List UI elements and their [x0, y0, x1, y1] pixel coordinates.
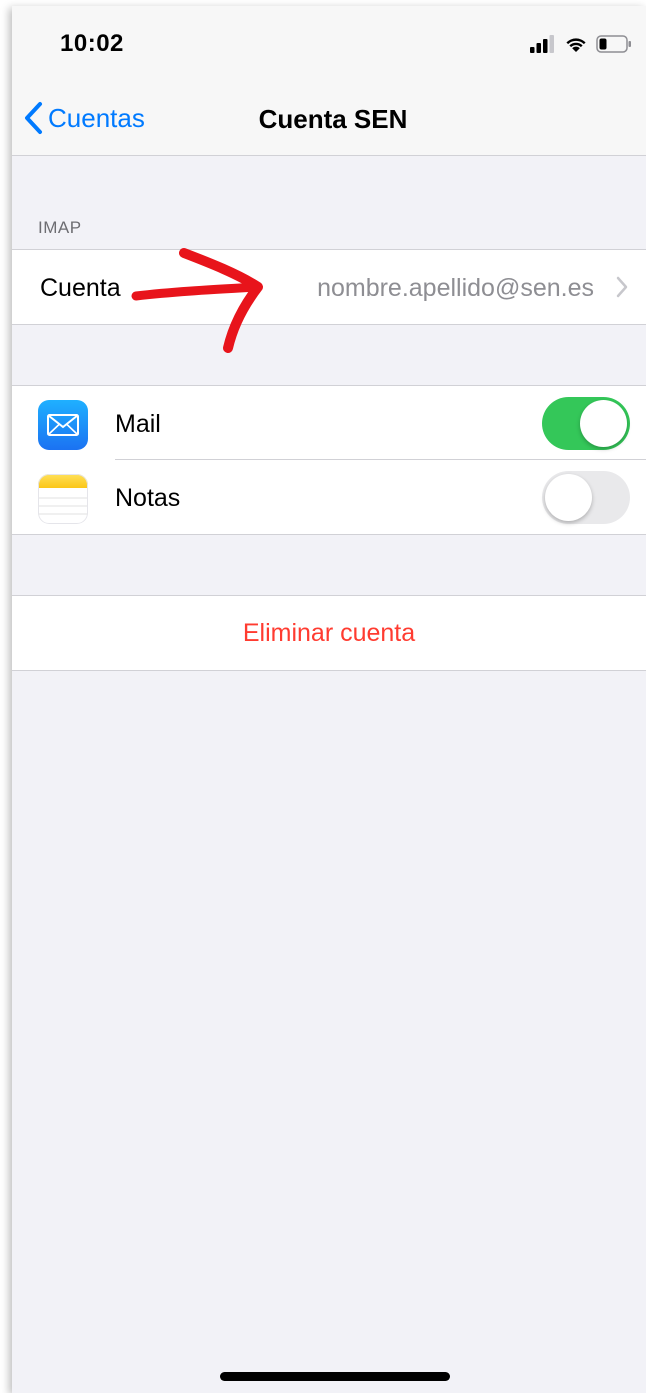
imap-group: Cuenta nombre.apellido@sen.es: [12, 249, 646, 325]
status-icons: [530, 32, 632, 56]
delete-account-button[interactable]: Eliminar cuenta: [12, 596, 646, 670]
account-row[interactable]: Cuenta nombre.apellido@sen.es: [12, 250, 646, 324]
mail-icon: [38, 400, 88, 450]
notes-toggle[interactable]: [542, 471, 630, 524]
cellular-signal-icon: [530, 35, 554, 53]
account-label: Cuenta: [40, 274, 121, 302]
home-indicator[interactable]: [220, 1372, 450, 1381]
app-row-mail: Mail: [12, 386, 646, 460]
chevron-right-icon: [616, 276, 628, 298]
account-email-value: nombre.apellido@sen.es: [317, 274, 594, 302]
page: 10:02 Cuentas Cuenta SEN IMAP Cuenta nom…: [0, 0, 646, 1393]
status-bar: 10:02: [12, 6, 646, 80]
app-label-mail: Mail: [115, 410, 161, 438]
battery-icon: [596, 35, 631, 53]
status-time: 10:02: [60, 30, 124, 57]
mail-toggle[interactable]: [542, 397, 630, 450]
navigation-bar: Cuentas Cuenta SEN: [12, 80, 646, 156]
delete-group: Eliminar cuenta: [12, 595, 646, 671]
apps-group: Mail Notas: [12, 385, 646, 535]
notes-icon: [38, 474, 88, 524]
app-row-notes: Notas: [12, 460, 646, 534]
toggle-knob: [545, 474, 592, 521]
phone-screen: 10:02 Cuentas Cuenta SEN IMAP Cuenta nom…: [12, 6, 646, 1393]
wifi-icon: [566, 38, 586, 52]
app-label-notes: Notas: [115, 484, 181, 512]
section-header-imap: IMAP: [38, 218, 82, 237]
toggle-knob: [580, 400, 627, 447]
page-title: Cuenta SEN: [258, 104, 408, 134]
